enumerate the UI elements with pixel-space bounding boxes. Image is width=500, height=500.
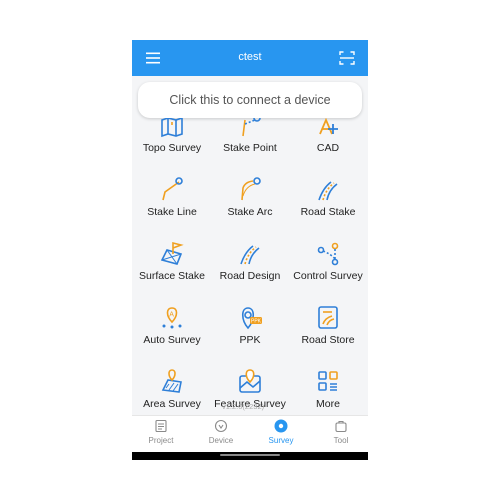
tile-road-store[interactable]: Road Store [288, 304, 368, 354]
connect-device-button[interactable]: Click this to connect a device [138, 82, 362, 118]
tile-label: CAD [316, 142, 340, 154]
stake-point-icon [237, 118, 263, 138]
nav-tool[interactable]: Tool [316, 419, 366, 451]
function-grid: Topo Survey Stake Point CAD Stake Line S… [132, 118, 368, 418]
feature-survey-icon [237, 368, 263, 394]
survey-icon [274, 419, 288, 433]
topo-survey-icon [159, 118, 185, 138]
version-text: v1.2.0(2232) [222, 402, 265, 411]
nav-device[interactable]: Device [196, 419, 246, 451]
app-screen: ctest Click this to connect a device Top… [132, 40, 368, 460]
svg-text:PPK: PPK [251, 319, 262, 325]
tile-road-stake[interactable]: Road Stake [288, 176, 368, 226]
nav-label: Tool [333, 436, 349, 445]
cad-icon [315, 118, 341, 138]
bottom-nav: Project Device Survey Tool [132, 415, 368, 453]
page-title: ctest [238, 51, 262, 63]
tool-icon [334, 419, 348, 433]
tile-label: Road Store [301, 334, 355, 346]
system-home-bar [132, 452, 368, 460]
stake-arc-icon [237, 176, 263, 202]
nav-project[interactable]: Project [136, 419, 186, 451]
nav-label: Project [148, 436, 174, 445]
nav-label: Survey [268, 436, 294, 445]
tile-stake-arc[interactable]: Stake Arc [210, 176, 290, 226]
tile-label: Road Stake [300, 206, 356, 218]
auto-survey-icon: A [159, 304, 185, 330]
scan-icon[interactable] [338, 49, 356, 67]
surface-stake-icon [159, 240, 185, 266]
tile-stake-point[interactable]: Stake Point [210, 118, 290, 162]
home-indicator[interactable] [220, 454, 280, 456]
tile-control-survey[interactable]: Control Survey [288, 240, 368, 290]
tile-cad[interactable]: CAD [288, 118, 368, 162]
tile-surface-stake[interactable]: Surface Stake [132, 240, 212, 290]
tile-auto-survey[interactable]: A Auto Survey [132, 304, 212, 354]
tile-more[interactable]: More [288, 368, 368, 418]
tile-ppk[interactable]: PPK PPK [210, 304, 290, 354]
road-stake-icon [315, 176, 341, 202]
area-survey-icon [159, 368, 185, 394]
road-store-icon [315, 304, 341, 330]
tile-label: Control Survey [293, 270, 363, 282]
ppk-icon: PPK [237, 304, 263, 330]
road-design-icon [237, 240, 263, 266]
svg-text:A: A [169, 312, 174, 319]
tile-road-design[interactable]: Road Design [210, 240, 290, 290]
project-icon [154, 419, 168, 433]
tile-stake-line[interactable]: Stake Line [132, 176, 212, 226]
stake-line-icon [159, 176, 185, 202]
device-icon [214, 419, 228, 433]
more-icon [315, 368, 341, 394]
tile-topo-survey[interactable]: Topo Survey [132, 118, 212, 162]
nav-survey[interactable]: Survey [256, 419, 306, 451]
nav-label: Device [208, 436, 234, 445]
top-bar: ctest [132, 40, 368, 76]
tile-area-survey[interactable]: Area Survey [132, 368, 212, 418]
tile-label: More [316, 398, 340, 410]
control-survey-icon [315, 240, 341, 266]
